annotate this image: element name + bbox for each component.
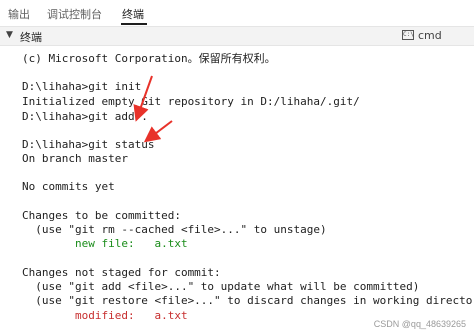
terminal-line-new-file: new file: a.txt (22, 237, 188, 250)
tab-output[interactable]: 输出 (8, 6, 30, 22)
terminal-line: D:\lihaha>git status (22, 138, 155, 151)
tab-debug-console[interactable]: 调试控制台 (47, 6, 102, 22)
terminal-line: On branch master (22, 152, 128, 165)
terminal-line: Changes to be committed: (22, 209, 181, 222)
active-tab-indicator (121, 23, 147, 25)
shell-selector[interactable]: cmd (418, 29, 442, 42)
terminal-line: (use "git restore <file>..." to discard … (22, 294, 474, 307)
terminal-line: No commits yet (22, 180, 115, 193)
terminal-line: Changes not staged for commit: (22, 266, 221, 279)
panel-tab-bar: 输出 调试控制台 终端 (0, 0, 474, 27)
terminal-line: (c) Microsoft Corporation。保留所有权利。 (22, 52, 276, 65)
terminal-line: (use "git rm --cached <file>..." to unst… (22, 223, 327, 236)
watermark: CSDN @qq_48639265 (373, 319, 466, 329)
terminal-panel-header: ▼ 终端 C:\ cmd (0, 27, 474, 46)
chevron-down-icon[interactable]: ▼ (6, 30, 13, 40)
tab-terminal[interactable]: 终端 (122, 6, 144, 22)
terminal-line-modified: modified: a.txt (22, 309, 188, 322)
terminal-line: Initialized empty Git repository in D:/l… (22, 95, 360, 108)
terminal-icon: C:\ (402, 30, 414, 40)
terminal-line: D:\lihaha>git init (22, 80, 142, 93)
panel-title: 终端 (20, 31, 42, 44)
terminal-line: (use "git add <file>..." to update what … (22, 280, 420, 293)
terminal-line: D:\lihaha>git add . (22, 110, 148, 123)
